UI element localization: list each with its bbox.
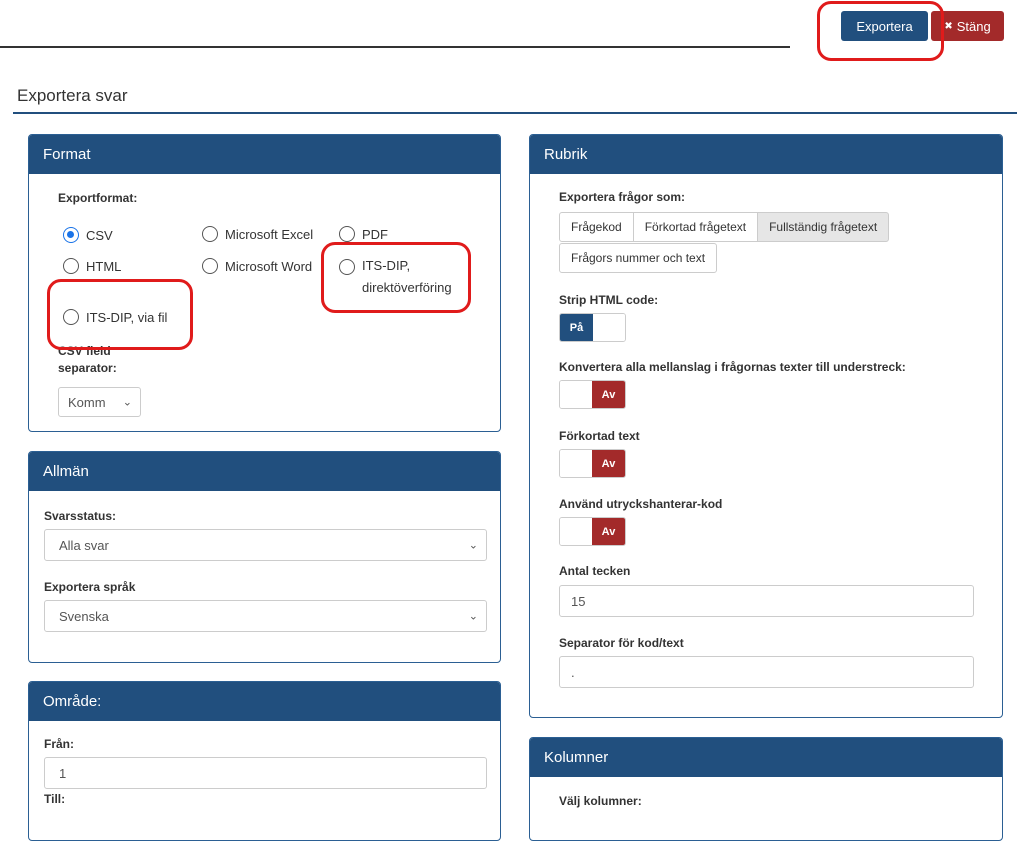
radio-excel-dot[interactable]: [202, 226, 218, 242]
fragor-segment-row2: Frågors nummer och text: [559, 243, 718, 273]
strip-html-toggle[interactable]: På: [559, 313, 626, 342]
omrade-panel-title: Område:: [29, 682, 500, 721]
close-button[interactable]: ✖ Stäng: [931, 11, 1004, 41]
antal-tecken-value: 15: [571, 593, 586, 609]
valj-kolumner-label: Välj kolumner:: [559, 794, 642, 808]
forkortad-toggle[interactable]: Av: [559, 449, 626, 478]
header-divider: [0, 46, 790, 48]
fran-input[interactable]: 1: [44, 757, 487, 789]
close-icon: ✖: [944, 20, 953, 32]
seg-fullstandig-fragetext[interactable]: Fullständig frågetext: [757, 212, 890, 242]
rubrik-panel: Rubrik Exportera frågor som: Frågekod Fö…: [529, 134, 1003, 718]
svarsstatus-value: Alla svar: [59, 537, 109, 553]
csv-separator-label-2: separator:: [58, 361, 117, 375]
csv-separator-label-1: CSV field: [58, 344, 111, 358]
konvertera-toggle[interactable]: Av: [559, 380, 626, 409]
utryck-toggle[interactable]: Av: [559, 517, 626, 546]
seg-fragekod[interactable]: Frågekod: [559, 212, 634, 242]
allman-panel: Allmän Svarsstatus: Alla svar ⌄ Exporter…: [28, 451, 501, 663]
separator-label: Separator för kod/text: [559, 636, 684, 650]
seg-forkortad-fragetext[interactable]: Förkortad frågetext: [632, 212, 759, 242]
seg-fragors-nummer[interactable]: Frågors nummer och text: [559, 243, 718, 273]
radio-pdf-dot[interactable]: [339, 226, 355, 242]
separator-value: .: [571, 664, 575, 680]
svarsstatus-select[interactable]: Alla svar ⌄: [44, 529, 487, 561]
antal-tecken-label: Antal tecken: [559, 564, 631, 578]
forkortad-label: Förkortad text: [559, 429, 640, 443]
sprak-value: Svenska: [59, 608, 109, 624]
separator-input[interactable]: .: [559, 656, 974, 688]
fragor-label: Exportera frågor som:: [559, 190, 686, 204]
radio-pdf-label: PDF: [362, 226, 388, 242]
title-divider: [13, 112, 1017, 114]
strip-html-label: Strip HTML code:: [559, 293, 659, 307]
radio-word-dot[interactable]: [202, 258, 218, 274]
kolumner-panel: Kolumner Välj kolumner:: [529, 737, 1003, 841]
radio-itsdip-file[interactable]: ITS-DIP, via fil: [63, 309, 167, 325]
radio-itsdip-file-label: ITS-DIP, via fil: [86, 309, 168, 325]
kolumner-panel-title: Kolumner: [530, 738, 1002, 777]
sprak-select[interactable]: Svenska ⌄: [44, 600, 487, 632]
radio-word[interactable]: Microsoft Word: [202, 258, 312, 274]
radio-html-label: HTML: [86, 258, 122, 274]
export-button[interactable]: Exportera: [841, 11, 928, 41]
omrade-panel: Område: Från: 1 Till:: [28, 681, 501, 841]
strip-html-state: På: [560, 314, 593, 341]
radio-html[interactable]: HTML: [63, 258, 121, 274]
utryck-label: Använd utryckshanterar-kod: [559, 497, 723, 511]
fran-label: Från:: [44, 737, 74, 751]
radio-itsdip-direct[interactable]: ITS-DIP, direktöverföring: [339, 258, 452, 299]
radio-excel-label: Microsoft Excel: [225, 226, 314, 242]
till-label: Till:: [44, 792, 66, 806]
svarsstatus-label: Svarsstatus:: [44, 509, 117, 523]
radio-word-label: Microsoft Word: [225, 258, 313, 274]
utryck-state: Av: [592, 518, 625, 545]
rubrik-panel-title: Rubrik: [530, 135, 1002, 174]
allman-panel-title: Allmän: [29, 452, 500, 491]
export-button-label: Exportera: [856, 18, 913, 34]
antal-tecken-input[interactable]: 15: [559, 585, 974, 617]
page-title: Exportera svar: [17, 86, 128, 105]
radio-csv-label: CSV: [86, 227, 113, 243]
radio-excel[interactable]: Microsoft Excel: [202, 226, 313, 242]
konvertera-state: Av: [592, 381, 625, 408]
chevron-down-icon: ⌄: [468, 610, 478, 623]
radio-itsdip-direct-label-1: ITS-DIP,: [362, 258, 411, 273]
fragor-segment: Frågekod Förkortad frågetext Fullständig…: [559, 212, 890, 242]
radio-csv[interactable]: CSV: [63, 227, 113, 243]
format-panel-title: Format: [29, 135, 500, 174]
chevron-down-icon: ⌄: [122, 396, 132, 409]
radio-html-dot[interactable]: [63, 258, 79, 274]
chevron-down-icon: ⌄: [468, 539, 478, 552]
csv-separator-value: Komm: [68, 394, 106, 410]
radio-csv-dot[interactable]: [63, 227, 79, 243]
csv-separator-label: CSV field separator:: [58, 343, 117, 377]
radio-itsdip-direct-dot[interactable]: [339, 259, 355, 275]
radio-pdf[interactable]: PDF: [339, 226, 388, 242]
radio-itsdip-file-dot[interactable]: [63, 309, 79, 325]
radio-itsdip-direct-label-2: direktöverföring: [362, 280, 452, 295]
konvertera-label: Konvertera alla mellanslag i frågornas t…: [559, 360, 906, 374]
close-button-label: Stäng: [956, 18, 991, 34]
csv-separator-select[interactable]: Komm ⌄: [58, 387, 141, 417]
forkortad-state: Av: [592, 450, 625, 477]
exportformat-label: Exportformat:: [58, 191, 138, 205]
format-panel: Format Exportformat: CSV Microsoft Excel…: [28, 134, 501, 432]
sprak-label: Exportera språk: [44, 580, 136, 594]
fran-value: 1: [59, 765, 67, 781]
